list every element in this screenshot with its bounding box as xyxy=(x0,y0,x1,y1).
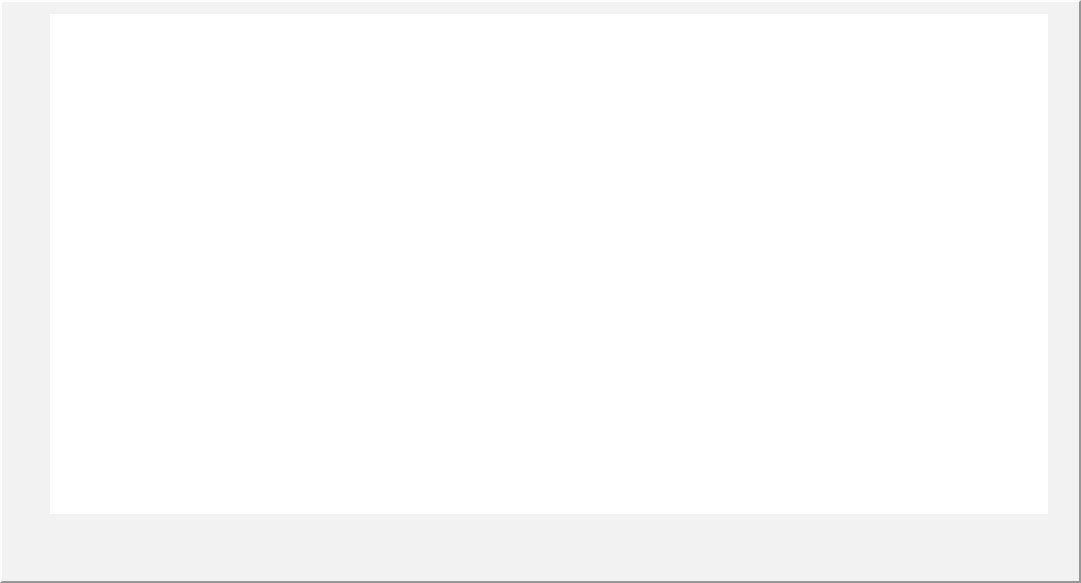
grid-and-axes xyxy=(2,2,1079,581)
rrdtool-graph xyxy=(0,0,1081,583)
